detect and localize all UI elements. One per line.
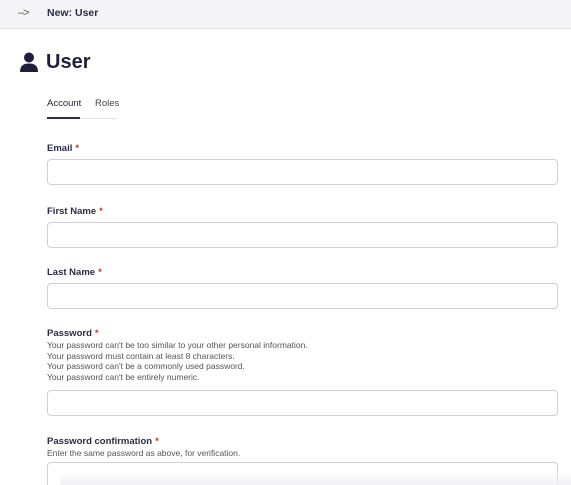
first-name-field[interactable] xyxy=(47,222,558,248)
required-mark: * xyxy=(98,267,102,278)
last-name-label-text: Last Name xyxy=(47,267,96,278)
first-name-label: First Name * xyxy=(47,206,103,217)
page-title: User xyxy=(46,50,91,73)
password-confirmation-help: Enter the same password as above, for ve… xyxy=(47,448,241,458)
tab-account[interactable]: Account xyxy=(47,98,81,109)
password-help-line: Your password can't be a commonly used p… xyxy=(47,361,245,371)
user-icon xyxy=(20,52,38,72)
required-mark: * xyxy=(75,143,80,154)
required-mark: * xyxy=(99,206,103,217)
email-label: Email * xyxy=(47,143,79,154)
last-name-field[interactable] xyxy=(47,283,558,309)
tab-roles[interactable]: Roles xyxy=(95,98,119,109)
bottom-shadow xyxy=(60,472,571,485)
password-help-line: Your password can't be too similar to yo… xyxy=(47,340,308,350)
required-mark: * xyxy=(155,436,159,447)
email-label-text: Email xyxy=(47,143,73,154)
password-confirmation-label-text: Password confirmation xyxy=(47,436,153,447)
password-help-line: Your password must contain at least 8 ch… xyxy=(47,350,235,361)
password-confirmation-label: Password confirmation * xyxy=(47,436,159,447)
password-help-line: Your password can't be entirely numeric. xyxy=(47,371,200,382)
password-help: Your password can't be too similar to yo… xyxy=(47,340,308,382)
page-header: User xyxy=(20,50,90,74)
breadcrumb-bar: –> New: User xyxy=(0,0,571,29)
email-field[interactable] xyxy=(47,159,558,185)
breadcrumb-arrow-icon[interactable]: –> xyxy=(18,7,30,19)
password-label-text: Password xyxy=(47,328,92,339)
last-name-label: Last Name * xyxy=(47,267,102,278)
first-name-label-text: First Name xyxy=(47,206,97,217)
password-label: Password * xyxy=(47,328,99,339)
required-mark: * xyxy=(94,328,99,339)
breadcrumb-current: New: User xyxy=(47,7,99,19)
password-field[interactable] xyxy=(47,390,558,416)
tab-active-indicator xyxy=(47,117,80,119)
